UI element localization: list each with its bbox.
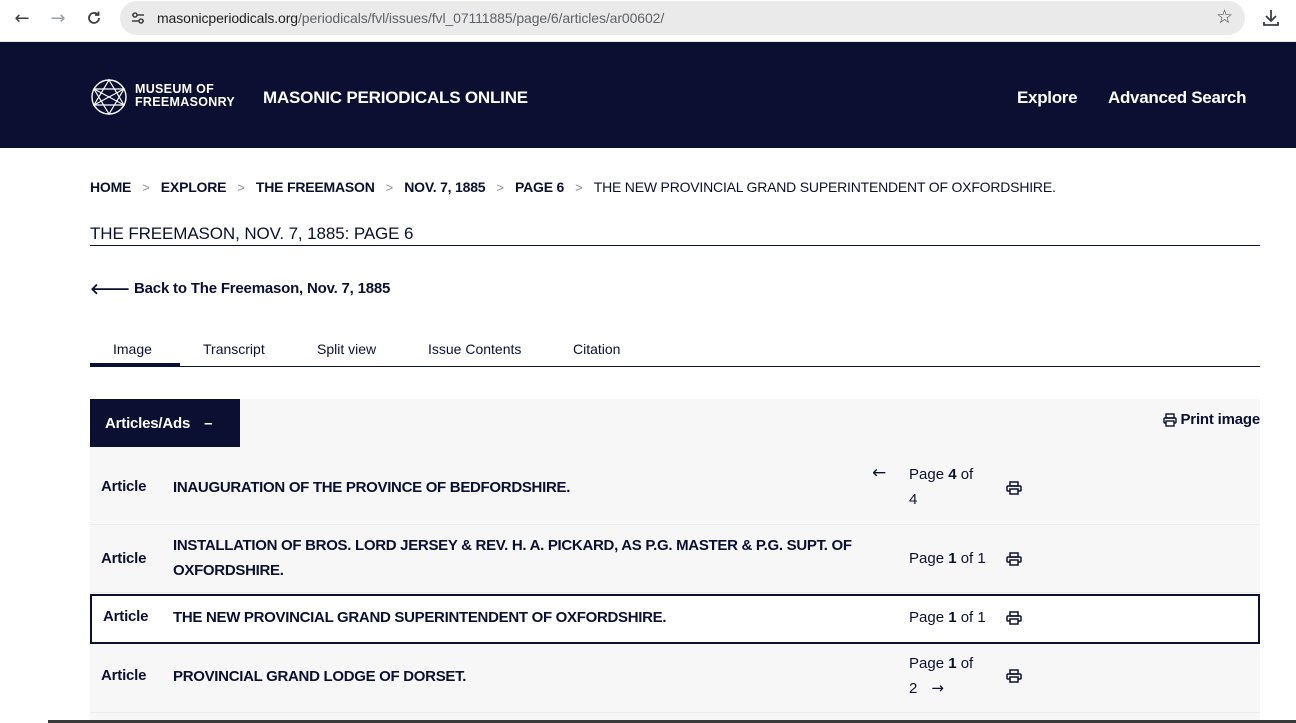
download-icon[interactable]: [1260, 7, 1284, 29]
prev-page-arrow-icon[interactable]: ←: [872, 463, 886, 483]
article-title-link[interactable]: INSTALLATION OF BROS. LORD JERSEY & REV.…: [173, 533, 893, 583]
back-arrow-icon[interactable]: ←: [7, 6, 37, 30]
address-bar[interactable]: masonicperiodicals.org/periodicals/fvl/i…: [120, 1, 1245, 35]
next-page-arrow-icon[interactable]: →: [931, 679, 944, 697]
back-link-label: Back to The Freemason, Nov. 7, 1885: [134, 280, 391, 297]
print-image-label: Print image: [1180, 411, 1261, 428]
url-text[interactable]: masonicperiodicals.org/periodicals/fvl/i…: [157, 10, 664, 26]
article-type: Article: [101, 478, 147, 495]
tab-split-view[interactable]: Split view: [317, 341, 376, 357]
breadcrumb-home[interactable]: HOME: [90, 179, 131, 195]
breadcrumb-periodical[interactable]: THE FREEMASON: [256, 179, 375, 195]
forward-arrow-icon[interactable]: →: [43, 6, 73, 30]
reload-icon[interactable]: [79, 6, 109, 30]
printer-icon[interactable]: [1006, 611, 1022, 625]
tab-citation[interactable]: Citation: [573, 341, 620, 357]
breadcrumb-separator: >: [385, 179, 394, 195]
active-tab-indicator: [90, 363, 180, 366]
breadcrumb-current-article: THE NEW PROVINCIAL GRAND SUPERINTENDENT …: [593, 179, 1056, 195]
museum-logo-icon[interactable]: [90, 78, 128, 116]
article-title-link[interactable]: PROVINCIAL GRAND LODGE OF DORSET.: [173, 664, 893, 689]
page-title: THE FREEMASON, NOV. 7, 1885: PAGE 6: [90, 224, 414, 243]
view-tabs: Image Transcript Split view Issue Conten…: [90, 337, 1260, 367]
articles-panel: Articles/Ads – Print image Article INAUG…: [90, 399, 1260, 723]
toggle-label: Articles/Ads: [105, 414, 191, 432]
breadcrumb-separator: >: [237, 179, 245, 195]
heading-divider: [90, 245, 1260, 246]
article-page-indicator: Page 1 of 2 →: [909, 655, 974, 697]
browser-toolbar: ← → masonicperiodicals.org/periodicals/f…: [0, 0, 1296, 42]
breadcrumb-explore[interactable]: EXPLORE: [161, 179, 227, 195]
site-header: MUSEUM OF FREEMASONRY MASONIC PERIODICAL…: [0, 42, 1296, 148]
article-row-current[interactable]: Article THE NEW PROVINCIAL GRAND SUPERIN…: [90, 594, 1260, 644]
nav-explore-link[interactable]: Explore: [1017, 88, 1078, 108]
article-title-link[interactable]: INAUGURATION OF THE PROVINCE OF BEDFORDS…: [173, 475, 893, 500]
logo-line-2: FREEMASONRY: [135, 95, 236, 109]
article-page-indicator: Page 1 of 1: [909, 550, 986, 567]
article-title-link[interactable]: THE NEW PROVINCIAL GRAND SUPERINTENDENT …: [173, 605, 893, 630]
breadcrumb-separator: >: [496, 179, 504, 195]
nav-advanced-search-link[interactable]: Advanced Search: [1108, 88, 1246, 108]
printer-icon[interactable]: [1006, 481, 1022, 495]
article-type: Article: [101, 667, 147, 684]
print-image-button[interactable]: Print image: [1162, 411, 1261, 428]
breadcrumb-separator: >: [142, 179, 150, 195]
article-page-indicator: Page 1 of 1: [909, 609, 986, 626]
article-page-indicator: Page 4 of 4: [909, 466, 974, 508]
article-row[interactable]: Article PROVINCIAL GRAND LODGE OF DORSET…: [90, 645, 1260, 713]
tab-transcript[interactable]: Transcript: [203, 341, 265, 357]
article-type: Article: [103, 608, 149, 625]
collapse-icon: –: [204, 414, 213, 432]
breadcrumb-issue[interactable]: NOV. 7, 1885: [404, 179, 485, 195]
printer-icon[interactable]: [1006, 669, 1022, 683]
breadcrumb-page[interactable]: PAGE 6: [515, 179, 564, 195]
printer-icon: [1162, 412, 1177, 427]
article-row[interactable]: Article INSTALLATION OF BROS. LORD JERSE…: [90, 525, 1260, 593]
tab-image[interactable]: Image: [113, 341, 152, 357]
articles-ads-toggle-button[interactable]: Articles/Ads –: [90, 399, 240, 447]
url-host: masonicperiodicals.org: [157, 10, 298, 26]
breadcrumb: HOME > EXPLORE > THE FREEMASON > NOV. 7,…: [90, 179, 1056, 195]
site-title[interactable]: MASONIC PERIODICALS ONLINE: [263, 88, 528, 108]
breadcrumb-separator: >: [575, 179, 583, 195]
bookmark-star-icon[interactable]: ☆: [1216, 6, 1233, 28]
printer-icon[interactable]: [1006, 552, 1022, 566]
article-type: Article: [101, 550, 147, 567]
site-info-icon[interactable]: [129, 9, 147, 27]
article-row[interactable]: Article INAUGURATION OF THE PROVINCE OF …: [90, 449, 1260, 525]
url-path: /periodicals/fvl/issues/fvl_07111885/pag…: [297, 10, 665, 26]
back-to-issue-link[interactable]: 🡐 Back to The Freemason, Nov. 7, 1885: [90, 279, 390, 298]
tab-issue-contents[interactable]: Issue Contents: [428, 341, 521, 357]
museum-logo-text[interactable]: MUSEUM OF FREEMASONRY: [135, 83, 235, 109]
arrow-left-icon: 🡐: [90, 280, 131, 298]
